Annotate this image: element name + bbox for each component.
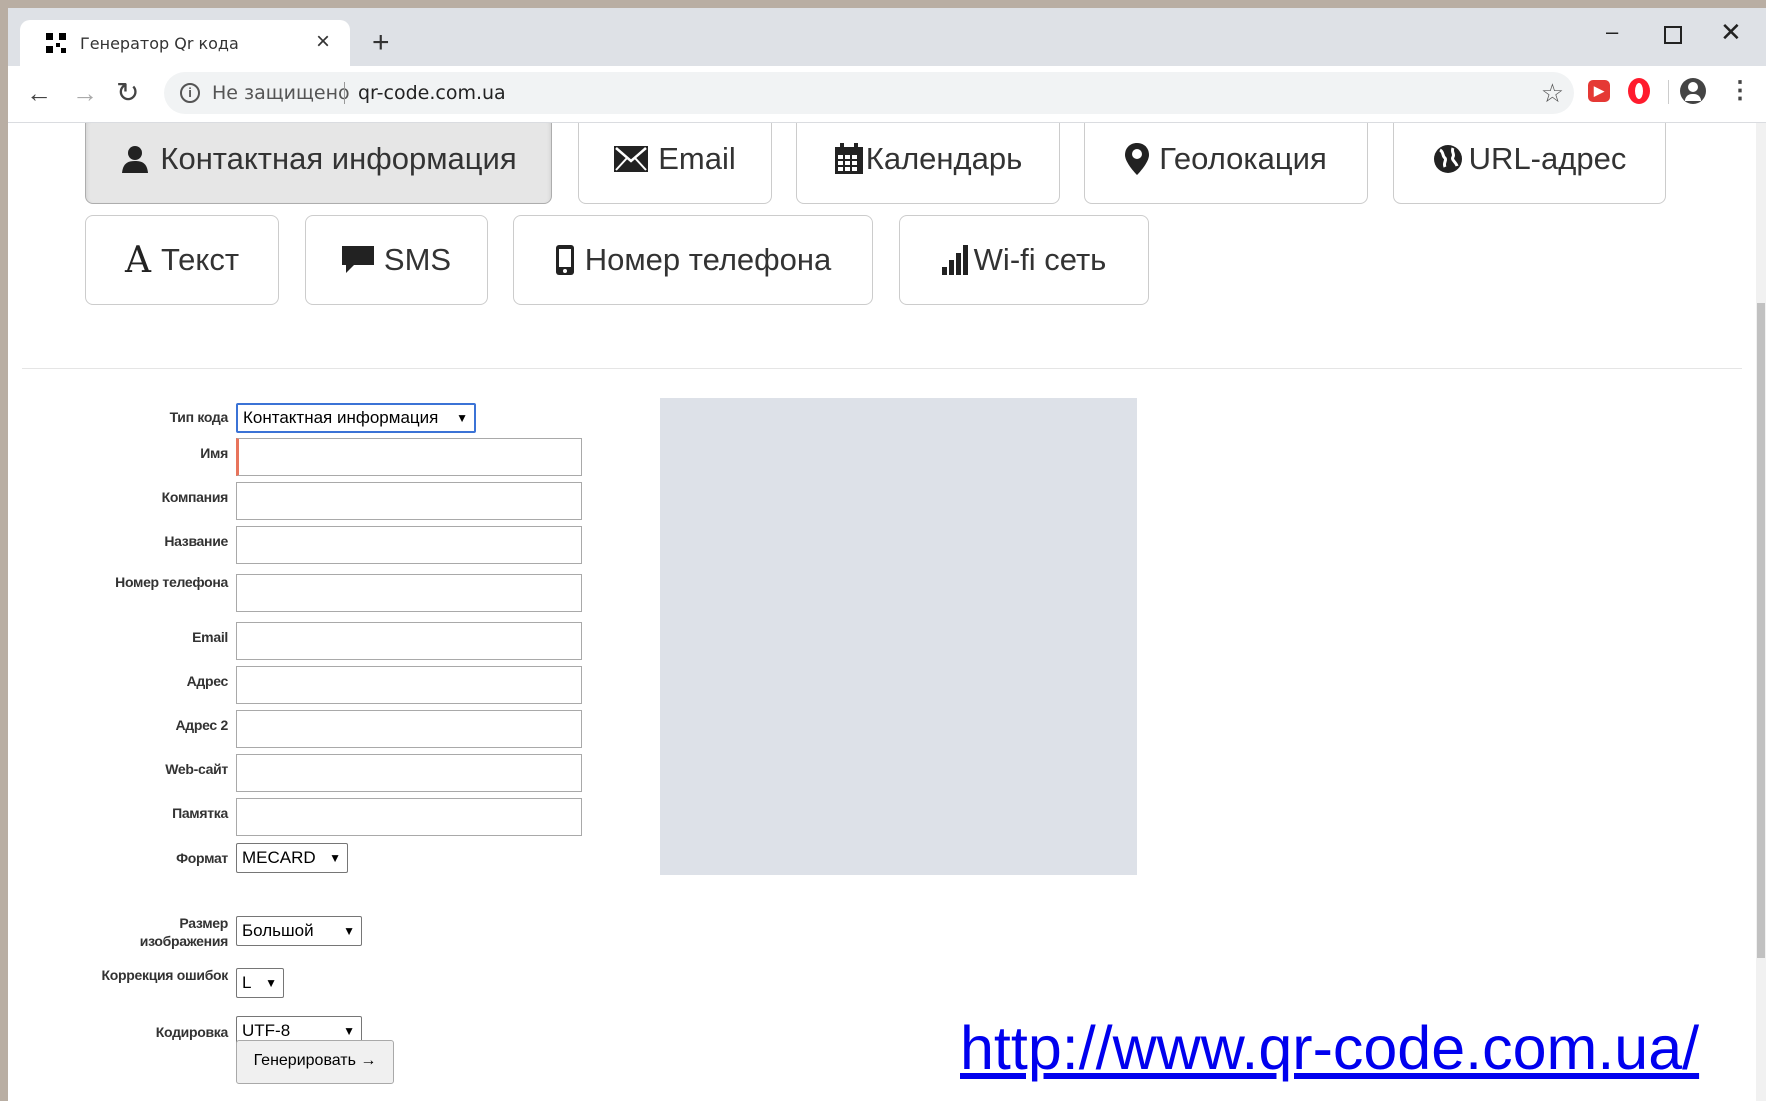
envelope-icon xyxy=(614,146,649,172)
scrollbar-thumb[interactable] xyxy=(1757,303,1765,958)
minimize-button[interactable]: – xyxy=(1606,20,1618,44)
dropdown-arrow-icon: ▼ xyxy=(343,924,355,938)
field-label: Номер телефона xyxy=(115,574,228,590)
code-type-value: Контактная информация xyxy=(243,408,439,427)
encoding-value: UTF-8 xyxy=(242,1021,291,1040)
browser-window: Генератор Qr кода × + – ✕ ← → ↻ i Не защ… xyxy=(8,8,1766,1101)
field-label: Web-сайт xyxy=(165,761,228,777)
qr-favicon-icon xyxy=(46,33,66,53)
signal-icon xyxy=(941,245,970,275)
info-icon[interactable]: i xyxy=(180,83,200,103)
type-button-label: Email xyxy=(658,141,736,176)
dropdown-arrow-icon: ▼ xyxy=(456,411,468,425)
globe-icon xyxy=(1433,144,1463,174)
address-input[interactable] xyxy=(236,666,582,704)
type-button-label: URL-адрес xyxy=(1468,141,1627,176)
field-label: Компания xyxy=(161,489,229,505)
type-button-sms[interactable]: SMS xyxy=(305,215,488,305)
type-button-label: Контактная информация xyxy=(160,141,517,176)
email-input[interactable] xyxy=(236,622,582,660)
correction-label: Коррекция ошибок xyxy=(101,967,229,983)
back-arrow-icon[interactable]: ← xyxy=(26,78,52,108)
type-button-contact[interactable]: Контактная информация xyxy=(85,123,552,204)
field-label: Памятка xyxy=(172,805,228,821)
type-button-wifi[interactable]: Wi-fi сеть xyxy=(899,215,1149,305)
size-value: Большой xyxy=(242,921,314,940)
qr-preview-area xyxy=(660,398,1137,875)
security-status[interactable]: Не защищено xyxy=(212,82,350,104)
url-text[interactable]: qr-code.com.ua xyxy=(358,82,506,104)
address-separator xyxy=(344,82,345,104)
extension-play-icon[interactable]: ▶ xyxy=(1588,80,1610,102)
field-label: Адрес xyxy=(186,673,229,689)
divider xyxy=(22,368,1742,369)
code-type-label: Тип кода xyxy=(169,409,229,425)
close-window-button[interactable]: ✕ xyxy=(1720,19,1742,45)
user-icon xyxy=(120,144,150,174)
type-button-label: Геолокация xyxy=(1159,141,1327,176)
field-label: Название xyxy=(164,533,228,549)
type-button-label: Текст xyxy=(160,242,240,277)
phone-icon xyxy=(555,244,575,276)
page-scrollbar[interactable] xyxy=(1756,123,1766,1101)
size-select[interactable]: Большой ▼ xyxy=(236,916,362,946)
browser-tab[interactable]: Генератор Qr кода × xyxy=(20,20,350,66)
correction-select[interactable]: L ▼ xyxy=(236,968,284,998)
tab-strip: Генератор Qr кода × + – ✕ xyxy=(8,8,1766,66)
dropdown-arrow-icon: ▼ xyxy=(265,976,277,990)
page-content: Контактная информация Email Календарь Ге… xyxy=(8,123,1756,1101)
new-tab-button[interactable]: + xyxy=(372,28,390,58)
generate-button[interactable]: Генерировать → xyxy=(236,1040,394,1084)
type-button-text[interactable]: A Текст xyxy=(85,215,279,305)
phone-number-input[interactable] xyxy=(236,574,582,612)
field-label: Email xyxy=(192,629,228,645)
calendar-icon xyxy=(834,143,864,175)
code-type-select[interactable]: Контактная информация ▼ xyxy=(236,403,476,433)
type-button-phone[interactable]: Номер телефона xyxy=(513,215,873,305)
reload-icon[interactable]: ↻ xyxy=(116,78,139,108)
profile-avatar-icon[interactable] xyxy=(1680,78,1706,104)
type-button-geolocation[interactable]: Геолокация xyxy=(1084,123,1368,204)
type-button-label: Номер телефона xyxy=(584,242,832,277)
type-button-label: Wi-fi сеть xyxy=(973,242,1107,277)
map-marker-icon xyxy=(1125,143,1150,175)
company-input[interactable] xyxy=(236,482,582,520)
type-button-label: Календарь xyxy=(865,141,1023,176)
bookmark-star-icon[interactable]: ☆ xyxy=(1541,78,1564,109)
address-bar[interactable]: i Не защищено qr-code.com.ua ☆ xyxy=(164,72,1574,114)
tab-title: Генератор Qr кода xyxy=(80,33,239,53)
browser-toolbar: ← → ↻ i Не защищено qr-code.com.ua ☆ ▶ ⋮ xyxy=(8,66,1766,123)
address2-input[interactable] xyxy=(236,710,582,748)
type-button-email[interactable]: Email xyxy=(578,123,772,204)
format-value: MECARD xyxy=(242,848,316,867)
type-button-label: SMS xyxy=(383,242,452,277)
encoding-label: Кодировка xyxy=(155,1024,229,1040)
tab-close-icon[interactable]: × xyxy=(316,30,330,54)
format-select[interactable]: MECARD ▼ xyxy=(236,843,348,873)
title-input[interactable] xyxy=(236,526,582,564)
toolbar-separator xyxy=(1668,80,1669,104)
type-button-calendar[interactable]: Календарь xyxy=(796,123,1060,204)
dropdown-arrow-icon: ▼ xyxy=(329,851,341,865)
name-input[interactable] xyxy=(236,438,582,476)
comment-icon xyxy=(341,246,374,274)
field-label: Имя xyxy=(200,445,228,461)
field-label: Адрес 2 xyxy=(175,717,228,733)
site-link[interactable]: http://www.qr-code.com.ua/ xyxy=(960,1013,1699,1083)
opera-extension-icon[interactable] xyxy=(1628,78,1650,104)
website-input[interactable] xyxy=(236,754,582,792)
kebab-menu-icon[interactable]: ⋮ xyxy=(1728,78,1752,104)
maximize-button[interactable] xyxy=(1664,26,1682,44)
format-label: Формат xyxy=(176,850,228,866)
memo-input[interactable] xyxy=(236,798,582,836)
size-label: Размер изображения xyxy=(139,915,229,949)
correction-value: L xyxy=(242,973,252,992)
font-icon: A xyxy=(124,239,151,281)
type-button-url[interactable]: URL-адрес xyxy=(1393,123,1666,204)
forward-arrow-icon[interactable]: → xyxy=(72,78,98,108)
